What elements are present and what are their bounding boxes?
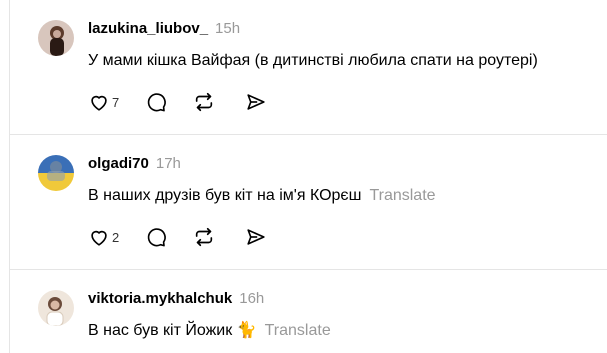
reply-post: lazukina_liubov_ 15h У мами кішка Вайфая …	[0, 0, 607, 135]
post-text-content: У мами кішка Вайфая (в дитинстві любила …	[88, 52, 538, 69]
avatar[interactable]	[38, 155, 74, 191]
like-count: 2	[112, 229, 120, 245]
post-time: 17h	[155, 155, 181, 172]
username-text[interactable]: viktoria.mykhalchuk	[88, 290, 232, 307]
username-text[interactable]: lazukina_liubov_	[88, 20, 208, 37]
username[interactable]: olgadi70 17h	[88, 155, 181, 172]
post-time: 16h	[239, 290, 265, 307]
like-button[interactable]: 7	[88, 90, 119, 114]
comment-icon	[147, 93, 167, 112]
reply-post: olgadi70 17h В наших друзів був кіт на ім…	[0, 135, 607, 270]
repost-icon	[196, 92, 213, 112]
repost-button[interactable]	[193, 90, 215, 114]
heart-icon	[91, 230, 107, 246]
post-text: У мами кішка Вайфая (в дитинстві любила …	[88, 52, 538, 70]
reply-button[interactable]	[145, 90, 167, 114]
translate-link[interactable]: Translate	[369, 187, 435, 204]
like-button[interactable]: 2	[88, 225, 119, 249]
send-icon	[247, 94, 265, 110]
send-icon	[247, 229, 265, 245]
post-time: 15h	[215, 20, 241, 37]
avatar[interactable]	[38, 290, 74, 326]
heart-icon	[91, 95, 107, 111]
translate-link[interactable]: Translate	[265, 322, 331, 339]
reply-post: viktoria.mykhalchuk 16h В нас був кіт Йож…	[0, 270, 607, 353]
avatar[interactable]	[38, 20, 74, 56]
repost-icon	[196, 227, 213, 247]
comment-icon	[147, 228, 167, 247]
post-text: В нас був кіт Йожик 🐈 Translate	[88, 320, 331, 340]
post-actions: 7	[88, 90, 267, 114]
username[interactable]: lazukina_liubov_ 15h	[88, 20, 240, 37]
post-text-content: В наших друзів був кіт на ім'я КОрєш	[88, 187, 362, 204]
share-button[interactable]	[245, 90, 267, 114]
repost-button[interactable]	[193, 225, 215, 249]
reply-button[interactable]	[145, 225, 167, 249]
username-text[interactable]: olgadi70	[88, 155, 149, 172]
username[interactable]: viktoria.mykhalchuk 16h	[88, 290, 264, 307]
share-button[interactable]	[245, 225, 267, 249]
like-count: 7	[112, 94, 120, 110]
post-text-content: В нас був кіт Йожик 🐈	[88, 322, 257, 339]
post-text: В наших друзів був кіт на ім'я КОрєш Tran…	[88, 187, 436, 205]
post-actions: 2	[88, 225, 267, 249]
